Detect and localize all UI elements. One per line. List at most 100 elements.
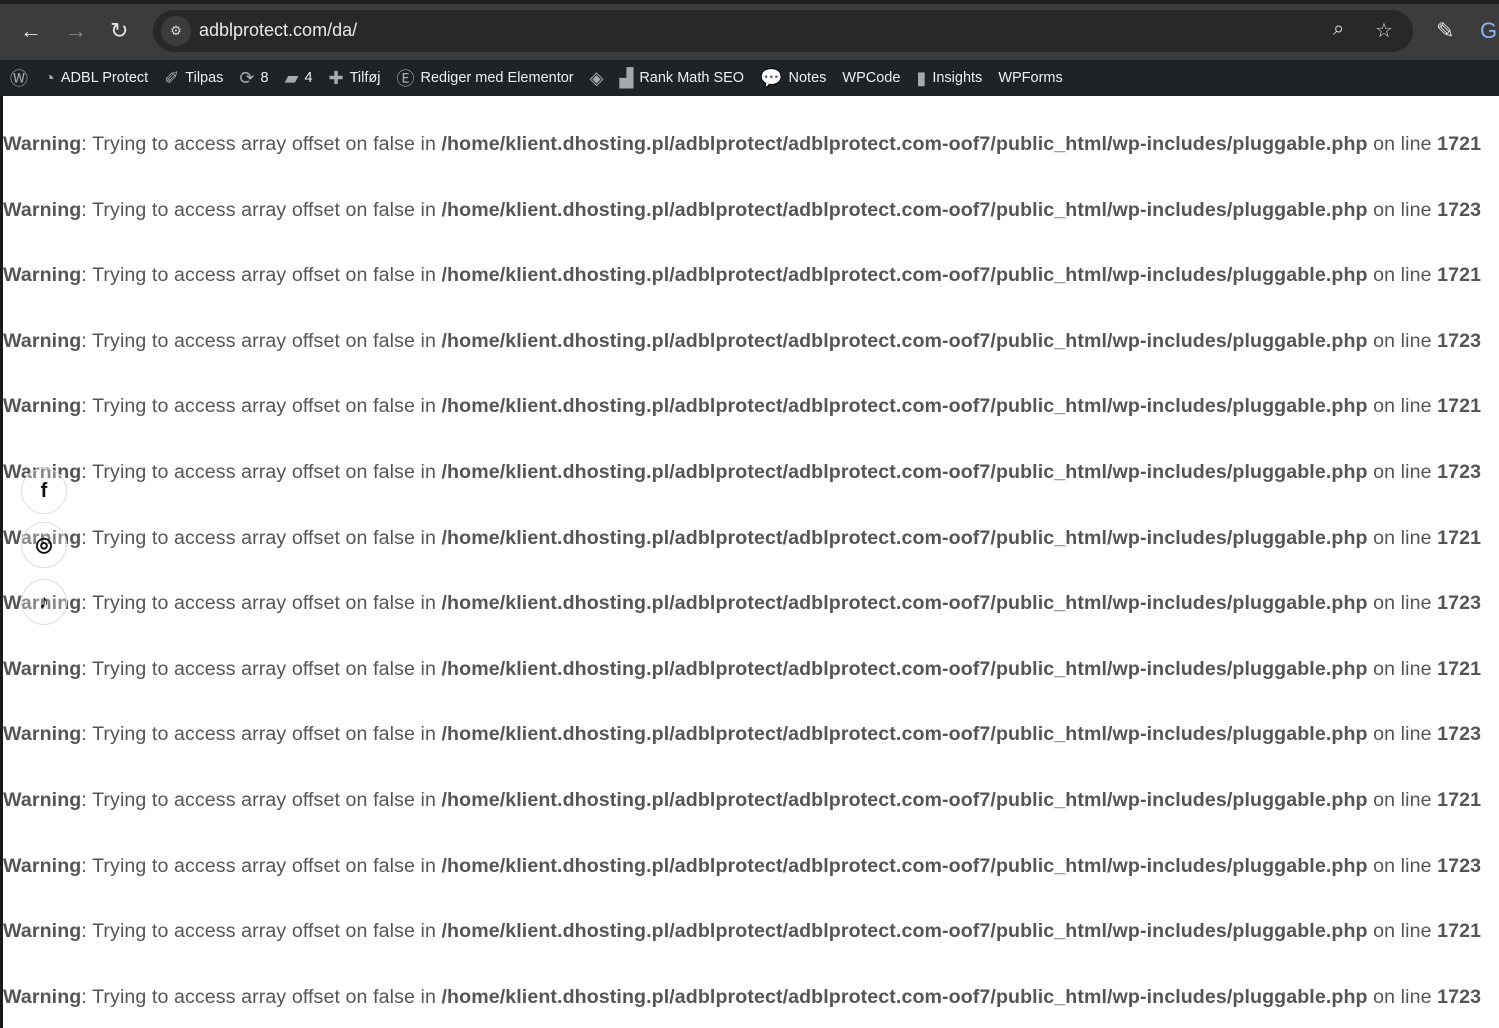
warning-path: /home/klient.dhosting.pl/adblprotect/adb… — [441, 789, 1368, 811]
adminbar-item-diamond-icon[interactable]: ◈ — [590, 68, 604, 89]
warning-online: on line — [1367, 985, 1438, 1008]
adminbar-item-tilf-j[interactable]: ✚ Tilføj — [329, 68, 381, 89]
adminbar-item-insights[interactable]: ▮ Insights — [916, 68, 982, 89]
elementor-icon: Ⓔ — [396, 69, 415, 89]
warning-online: on line — [1367, 920, 1438, 943]
warning-online: on line — [1367, 854, 1438, 877]
adminbar-item-label: Rank Math SEO — [639, 70, 745, 86]
zoom-icon[interactable]: ⌕ — [1333, 18, 1344, 41]
warning-path: /home/klient.dhosting.pl/adblprotect/adb… — [441, 461, 1368, 483]
dashboard-icon: ◔ — [44, 67, 55, 88]
wordpress-icon: Ⓦ — [10, 69, 28, 89]
php-warning: Warning: Trying to access array offset o… — [3, 986, 1481, 1009]
adminbar-item-tilpas[interactable]: ✐ Tilpas — [164, 68, 223, 89]
warning-message: : Trying to access array offset on false… — [81, 985, 442, 1008]
url-text[interactable]: adblprotect.com/da/ — [199, 20, 357, 41]
warning-online: on line — [1367, 198, 1438, 221]
updates-icon: ⟳ — [239, 67, 255, 88]
warning-path: /home/klient.dhosting.pl/adblprotect/adb… — [441, 395, 1368, 418]
address-bar[interactable]: ⚙ adblprotect.com/da/ ⌕ ☆ — [153, 10, 1413, 52]
adminbar-item-wpforms[interactable]: WPForms — [998, 70, 1062, 86]
adminbar-item-label: WPForms — [998, 70, 1063, 86]
warning-path: /home/klient.dhosting.pl/adblprotect/adb… — [441, 657, 1368, 680]
warning-line-number: 1723 — [1437, 461, 1482, 483]
warning-line-number: 1723 — [1437, 985, 1482, 1008]
warning-online: on line — [1367, 592, 1438, 615]
warning-message: : Trying to access array offset on false… — [81, 723, 442, 746]
adminbar-item-4[interactable]: ▰ 4 — [285, 68, 313, 89]
warning-path: /home/klient.dhosting.pl/adblprotect/adb… — [441, 592, 1368, 615]
comment-icon: ▰ — [284, 67, 299, 88]
adminbar-item-label: ADBL Protect — [60, 70, 149, 86]
back-icon[interactable]: ← — [20, 18, 42, 44]
bookmark-star-icon[interactable]: ☆ — [1375, 18, 1393, 43]
warning-online: on line — [1367, 264, 1438, 287]
tiktok-button[interactable]: ♪ — [21, 579, 67, 625]
adminbar-item-label: Tilpas — [185, 70, 224, 86]
warning-message: : Trying to access array offset on false… — [81, 461, 442, 483]
warning-line-number: 1721 — [1437, 657, 1482, 680]
warning-line-number: 1723 — [1437, 854, 1482, 877]
adminbar-item-notes[interactable]: 💬 Notes — [760, 68, 826, 89]
warning-path: /home/klient.dhosting.pl/adblprotect/adb… — [441, 329, 1368, 352]
php-warning: Warning: Trying to access array offset o… — [3, 592, 1481, 615]
warning-label: Warning — [3, 329, 82, 352]
warning-online: on line — [1367, 461, 1438, 483]
warning-label: Warning — [3, 198, 82, 221]
warning-label: Warning — [3, 395, 82, 418]
adminbar-item-wordpress-icon[interactable]: Ⓦ — [10, 65, 28, 91]
warning-message: : Trying to access array offset on false… — [81, 198, 442, 221]
warning-line-number: 1723 — [1437, 592, 1482, 615]
php-warning: Warning: Trying to access array offset o… — [3, 461, 1481, 484]
adminbar-item-8[interactable]: ⟳ 8 — [239, 68, 268, 89]
warning-path: /home/klient.dhosting.pl/adblprotect/adb… — [441, 264, 1368, 287]
warning-line-number: 1721 — [1437, 789, 1482, 811]
forward-icon[interactable]: → — [65, 18, 87, 44]
adminbar-item-adbl-protect[interactable]: ◔ ADBL Protect — [44, 68, 148, 89]
warning-online: on line — [1367, 723, 1438, 746]
warning-label: Warning — [3, 789, 82, 811]
warning-path: /home/klient.dhosting.pl/adblprotect/adb… — [441, 526, 1368, 549]
instagram-button[interactable]: ◎ — [21, 522, 67, 568]
site-info-icon[interactable]: ⚙ — [161, 16, 191, 46]
diamond-icon: ◈ — [589, 67, 604, 88]
warning-online: on line — [1367, 789, 1438, 811]
warning-message: : Trying to access array offset on false… — [81, 592, 442, 615]
warning-online: on line — [1367, 395, 1438, 418]
instagram-icon: ◎ — [35, 534, 53, 556]
adminbar-item-label: Tilføj — [349, 70, 381, 86]
translate-icon[interactable]: G — [1480, 18, 1497, 44]
php-warning: Warning: Trying to access array offset o… — [3, 920, 1481, 943]
warning-message: : Trying to access array offset on false… — [81, 854, 442, 877]
warning-online: on line — [1367, 133, 1438, 155]
adminbar-item-label: Rediger med Elementor — [420, 70, 574, 86]
brush-icon: ✐ — [164, 67, 180, 88]
wp-admin-bar: Ⓦ ◔ ADBL Protect ✐ Tilpas ⟳ 8 ▰ 4 ✚ Tilføj Ⓔ Rediger… — [0, 60, 1499, 96]
adminbar-item-wpcode[interactable]: WPCode — [842, 70, 900, 86]
notes-icon: 💬 — [760, 67, 783, 88]
warning-message: : Trying to access array offset on false… — [81, 264, 442, 287]
adminbar-item-label: Notes — [788, 70, 827, 86]
warning-path: /home/klient.dhosting.pl/adblprotect/adb… — [441, 133, 1368, 155]
warning-label: Warning — [3, 264, 82, 287]
warning-online: on line — [1367, 657, 1438, 680]
warning-path: /home/klient.dhosting.pl/adblprotect/adb… — [441, 198, 1368, 221]
warning-line-number: 1721 — [1437, 264, 1482, 287]
adminbar-item-rediger-med-elementor[interactable]: Ⓔ Rediger med Elementor — [396, 65, 573, 91]
reload-icon[interactable]: ↻ — [110, 18, 128, 44]
warning-message: : Trying to access array offset on false… — [81, 789, 442, 811]
php-warning: Warning: Trying to access array offset o… — [3, 658, 1481, 681]
rankmath-icon: ▟ — [619, 67, 634, 88]
adminbar-item-label: WPCode — [842, 70, 901, 86]
warning-label: Warning — [3, 133, 82, 155]
adminbar-item-label: 8 — [260, 70, 269, 86]
plus-icon: ✚ — [328, 67, 344, 88]
browser-toolbar: ← → ↻ ⚙ adblprotect.com/da/ ⌕ ☆ ✎ G — [0, 0, 1499, 60]
facebook-icon: f — [40, 480, 48, 502]
adminbar-item-label: Insights — [932, 70, 983, 86]
eyedropper-icon[interactable]: ✎ — [1436, 18, 1454, 44]
facebook-button[interactable]: f — [21, 468, 67, 514]
adminbar-item-label: 4 — [304, 70, 313, 86]
warning-line-number: 1721 — [1437, 526, 1482, 549]
adminbar-item-rank-math-seo[interactable]: ▟ Rank Math SEO — [619, 68, 744, 89]
